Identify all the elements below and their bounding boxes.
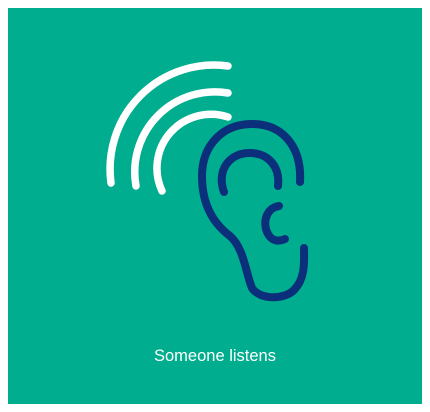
ear [198,120,309,302]
ear-inner-contour [217,149,283,196]
ear-canal [261,202,289,245]
sound-wave-outer [106,61,232,187]
sound-waves [106,61,232,195]
listening-card: Someone listens [8,8,422,404]
ear-with-sound-waves-icon [106,61,309,302]
card-caption: Someone listens [154,347,276,365]
sound-wave-inner [153,110,232,195]
